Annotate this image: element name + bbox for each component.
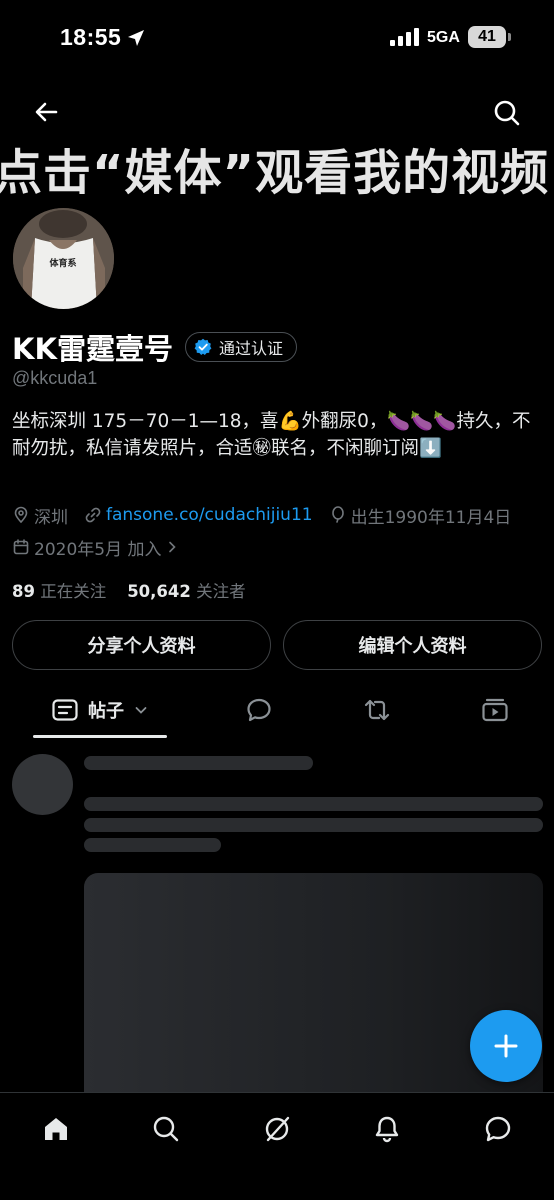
share-profile-button[interactable]: 分享个人资料 <box>12 620 271 670</box>
link-text[interactable]: fansone.co/cudachijiu11 <box>106 505 313 525</box>
nav-notifications[interactable] <box>367 1109 407 1149</box>
following-count: 89 <box>12 582 35 601</box>
search-icon <box>153 1116 179 1142</box>
grok-icon <box>265 1116 290 1142</box>
nav-home[interactable] <box>36 1109 76 1149</box>
verified-badge-icon <box>194 338 212 355</box>
share-profile-label: 分享个人资料 <box>87 636 196 657</box>
following-link[interactable]: 89 正在关注 <box>12 582 106 601</box>
edit-profile-label: 编辑个人资料 <box>358 636 467 657</box>
battery-icon: 41 <box>468 26 506 48</box>
skeleton-line <box>84 797 543 811</box>
skeleton-line <box>84 756 313 770</box>
birthday: 出生1990年11月4日 <box>329 503 512 528</box>
status-time: 18:55 <box>60 24 122 50</box>
followers-label: 关注者 <box>196 582 246 601</box>
location-arrow-icon <box>128 30 144 46</box>
avatar[interactable]: 体育系 <box>10 205 117 312</box>
name-row: KK雷霆壹号 通过认证 <box>12 327 297 367</box>
nav-messages[interactable] <box>478 1109 518 1149</box>
verified-badge-button[interactable]: 通过认证 <box>184 332 297 362</box>
meta-row-1: 深圳 fansone.co/cudachijiu11 出生1990年11月4日 <box>12 503 527 528</box>
bell-icon <box>375 1116 399 1143</box>
calendar-icon <box>13 539 29 555</box>
location: 深圳 <box>12 503 68 528</box>
bottom-nav <box>0 1092 554 1200</box>
back-arrow-icon[interactable] <box>30 96 62 128</box>
tab-reposts[interactable] <box>355 683 399 737</box>
skeleton-line <box>84 838 221 852</box>
skeleton-avatar <box>12 754 73 815</box>
status-bar: 18:55 5GA 41 <box>0 0 554 80</box>
tab-posts-label: 帖子 <box>88 701 124 722</box>
compose-button[interactable] <box>470 1010 542 1082</box>
tab-media[interactable] <box>473 683 517 737</box>
verified-label: 通过认证 <box>218 339 283 358</box>
handle: @kkcuda1 <box>12 368 98 388</box>
battery-tip <box>508 33 511 41</box>
avatar-photo: 体育系 <box>13 208 114 309</box>
join-date-text: 2020年5月 加入 <box>34 539 162 560</box>
nav-search[interactable] <box>146 1109 186 1149</box>
messages-icon <box>485 1116 511 1142</box>
profile-link[interactable]: fansone.co/cudachijiu11 <box>84 505 313 525</box>
birthday-balloon-icon <box>331 506 344 523</box>
skeleton-media <box>84 873 543 1113</box>
chevron-right-icon <box>169 541 177 553</box>
nav-grok[interactable] <box>257 1109 297 1149</box>
location-text: 深圳 <box>34 507 68 528</box>
battery-level: 41 <box>478 28 496 45</box>
signal-icon <box>390 28 419 46</box>
meta-row-2: 2020年5月 加入 <box>12 535 195 560</box>
active-tab-indicator <box>33 735 167 738</box>
chevron-down-icon[interactable] <box>134 703 148 717</box>
birthday-text: 出生1990年11月4日 <box>350 507 512 528</box>
banner-text: 点击“媒体”观看我的视频 <box>0 145 550 201</box>
network-type: 5GA <box>427 29 460 46</box>
bio: 坐标深圳 175－70－1—18，喜💪外翻尿0，🍆🍆🍆持久，不耐勿扰，私信请发照… <box>12 411 531 459</box>
profile-tabs: 帖子 <box>0 683 554 739</box>
followers-count: 50,642 <box>127 582 191 601</box>
follow-stats: 89 正在关注 50,642 关注者 <box>12 578 246 602</box>
edit-profile-button[interactable]: 编辑个人资料 <box>283 620 542 670</box>
search-icon[interactable] <box>490 96 524 130</box>
skeleton-line <box>84 818 543 832</box>
home-icon <box>45 1118 67 1140</box>
posts-icon <box>52 699 78 721</box>
location-pin-icon <box>14 506 28 524</box>
followers-link[interactable]: 50,642 关注者 <box>127 582 245 601</box>
replies-icon <box>247 698 271 722</box>
tab-posts[interactable]: 帖子 <box>33 683 167 737</box>
join-date[interactable]: 2020年5月 加入 <box>12 535 179 560</box>
link-icon <box>85 507 101 523</box>
tab-replies[interactable] <box>237 683 281 737</box>
retweet-icon <box>364 699 390 721</box>
following-label: 正在关注 <box>40 582 107 601</box>
media-icon <box>482 698 508 722</box>
plus-icon <box>494 1034 518 1058</box>
avatar-shirt-text: 体育系 <box>49 257 76 269</box>
display-name: KK雷霆壹号 <box>12 332 173 366</box>
